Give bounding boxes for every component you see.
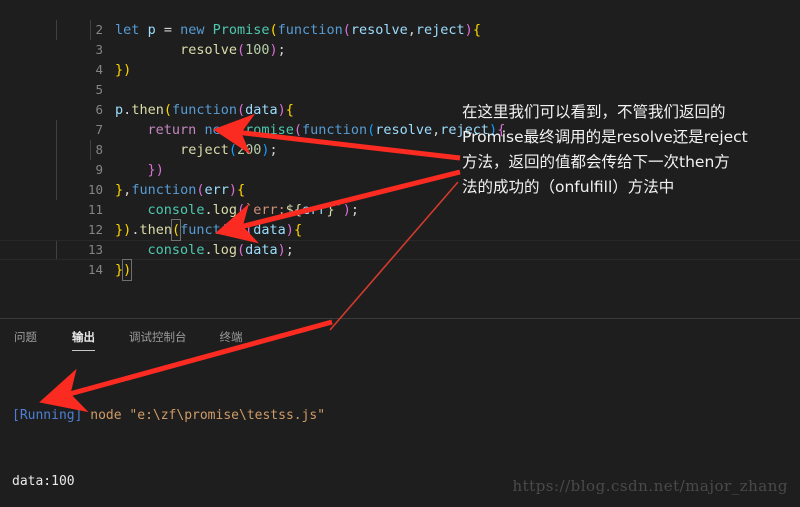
annotation-line-3: 方法，返回的值都会传给下一次then方 <box>462 153 730 171</box>
code-line: 5 <box>0 60 505 97</box>
tab-terminal-label: 终端 <box>219 330 243 344</box>
output-console-content[interactable]: [Running] node "e:\zf\promise\testss.js"… <box>12 361 341 507</box>
code-line: 2 let p = new Promise(function(resolve,re… <box>0 0 505 38</box>
annotation-text: 在这里我们可以看到，不管我们返回的 Promise最终调用的是resolve还是… <box>462 100 798 200</box>
line-number: 14 <box>87 262 104 277</box>
tab-debug-console-label: 调试控制台 <box>129 330 187 344</box>
code-line: 11 console.log(`err:${err}`); <box>0 180 505 218</box>
code-line: 9 }) <box>0 140 505 178</box>
code-line: 4}) <box>0 40 505 78</box>
panel-tabs[interactable]: 问题 输出 调试控制台 终端 <box>0 329 243 351</box>
tab-output-label: 输出 <box>72 330 95 344</box>
line-content: }) <box>115 259 133 281</box>
output-line-data: data:100 <box>12 474 75 489</box>
running-tag: [Running] <box>12 408 83 423</box>
annotation-line-4: 法的成功的（onfulfill）方法中 <box>462 178 675 196</box>
code-line: 8 reject(200); <box>0 120 505 158</box>
tab-debug-console[interactable]: 调试控制台 <box>129 329 187 349</box>
code-lines[interactable]: 2 let p = new Promise(function(resolve,re… <box>0 0 506 281</box>
code-line: 12}).then(function(data){ <box>0 200 505 241</box>
vscode-window: 2 let p = new Promise(function(resolve,re… <box>0 0 800 507</box>
tab-terminal[interactable]: 终端 <box>220 329 243 349</box>
tab-problems-label: 问题 <box>14 330 37 344</box>
code-line: 13 console.log(data); <box>0 220 505 258</box>
code-line: 10},function(err){ <box>0 160 505 198</box>
code-line: 3 resolve(100); <box>0 20 505 58</box>
annotation-line-1: 在这里我们可以看到，不管我们返回的 <box>462 103 726 121</box>
code-line: 7 return new Promise(function(resolve,re… <box>0 100 506 138</box>
annotation-line-2: Promise最终调用的是resolve还是reject <box>462 128 748 146</box>
running-command: node "e:\zf\promise\testss.js" <box>82 408 326 423</box>
output-line-running: [Running] node "e:\zf\promise\testss.js" <box>12 405 341 427</box>
code-line: 14}) <box>0 240 505 281</box>
watermark: https://blog.csdn.net/major_zhang <box>512 477 788 495</box>
code-line: 6 p.then(function(data){ <box>0 80 505 118</box>
tab-output[interactable]: 输出 <box>72 329 95 351</box>
tab-problems[interactable]: 问题 <box>14 329 37 349</box>
